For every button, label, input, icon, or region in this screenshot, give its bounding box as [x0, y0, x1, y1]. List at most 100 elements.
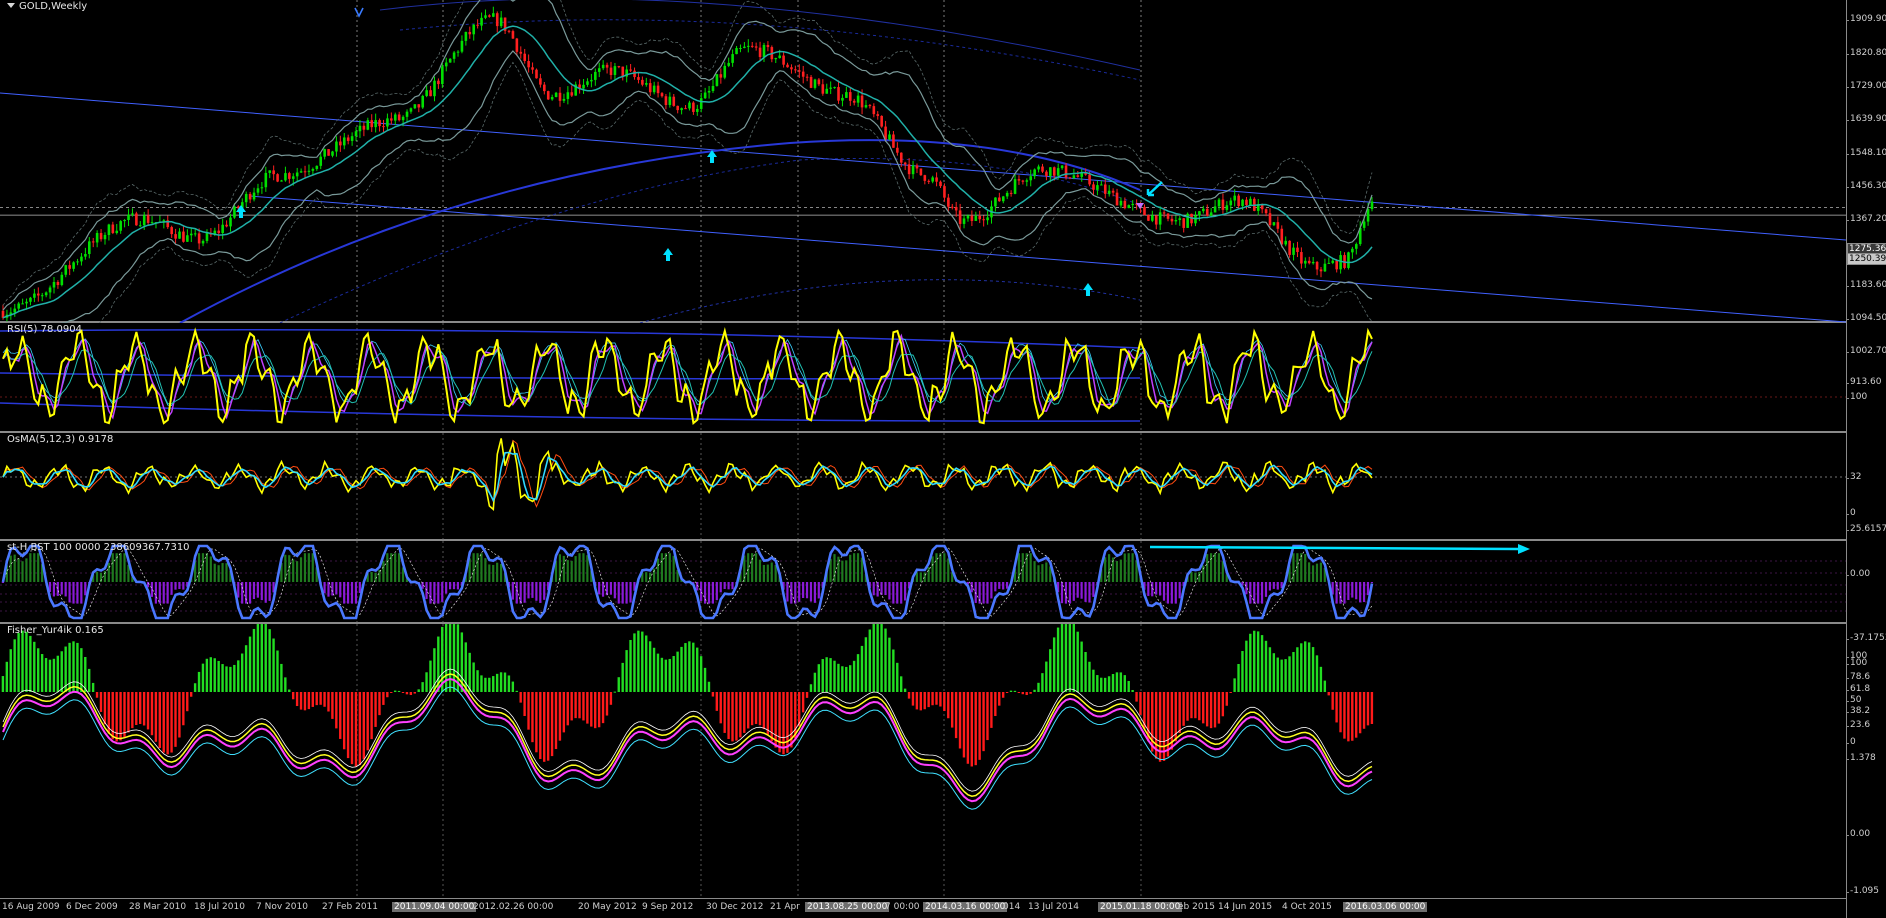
candle-body	[48, 287, 52, 293]
buy-arrow-icon	[1083, 283, 1093, 296]
candle-body	[907, 164, 911, 175]
stoch-hist-bar	[1080, 582, 1083, 599]
price-chart-pane[interactable]: GOLD,Weekly	[0, 0, 1846, 323]
candle-body	[1327, 262, 1331, 264]
fisher-hist-bar	[880, 624, 883, 692]
price-tick: 1820.80	[1845, 48, 1886, 58]
stoch-hist-bar	[80, 582, 83, 604]
fisher-hist-bar	[197, 671, 201, 692]
candle-body	[939, 181, 942, 187]
fisher-hist-bar	[201, 663, 205, 692]
candle-body	[692, 102, 695, 112]
candle-body	[739, 47, 742, 49]
time-tick: 14 Jun 2015	[1218, 902, 1273, 912]
price-chart-canvas[interactable]	[0, 0, 1846, 323]
candle-body	[986, 217, 989, 221]
stochastic-indicator-pane[interactable]: st-H BST 100 0000 238609367.7310	[0, 541, 1846, 624]
candle-body	[1123, 200, 1127, 209]
time-tick-highlight: 2016.03.06 00:00	[1343, 902, 1428, 912]
long-ma-band	[279, 157, 1141, 323]
stoch-hist-bar	[288, 555, 291, 582]
stochastic-canvas[interactable]	[0, 541, 1846, 624]
price-scale[interactable]: 1909.90 1820.80 1729.00 1639.90 1548.10 …	[1845, 0, 1886, 918]
candle-body	[1045, 171, 1048, 176]
osma-line	[2, 438, 1373, 512]
stoch-hist-bar	[237, 582, 240, 598]
fisher-hist-bar	[1131, 689, 1134, 692]
fisher-hist-bar	[342, 692, 346, 750]
fisher-hist-bar	[1366, 692, 1370, 726]
candle-body	[299, 171, 303, 173]
stoch-hist-bar	[1127, 553, 1130, 582]
candle-body	[1119, 200, 1123, 206]
stoch-hist-bar	[531, 582, 534, 598]
candle-body	[76, 261, 79, 263]
fisher-hist-bar	[558, 692, 562, 741]
stoch-hist-bar	[523, 582, 526, 603]
stoch-hist-bar	[511, 582, 514, 600]
top-marker-arrow-icon	[1136, 203, 1144, 209]
fisher-canvas[interactable]	[0, 624, 1846, 898]
osma-canvas[interactable]	[0, 433, 1846, 541]
candle-body	[484, 15, 487, 18]
fisher-hist-bar	[590, 692, 593, 727]
rsi-indicator-pane[interactable]: RSI(5) 78.0904	[0, 323, 1846, 433]
candle-body	[856, 95, 860, 103]
candle-body	[331, 151, 334, 156]
fisher-hist-bar	[503, 672, 507, 692]
fisher-hist-bar	[582, 692, 585, 721]
rsi-canvas[interactable]	[0, 323, 1846, 433]
fisher-hist-bar	[915, 692, 919, 710]
stoch-hist-bar	[1158, 582, 1162, 596]
candle-body	[409, 108, 413, 112]
candle-body	[805, 76, 809, 78]
candle-body	[95, 233, 99, 243]
fisher-hist-bar	[1241, 651, 1244, 692]
stoch-hist-bar	[700, 582, 703, 601]
candle-body	[707, 90, 711, 93]
fisher-hist-bar	[386, 692, 389, 698]
fisher-hist-bar	[335, 692, 338, 729]
candle-body	[558, 92, 562, 101]
fisher-indicator-pane[interactable]: Fisher_Yur4ik 0.165	[0, 624, 1846, 898]
time-axis[interactable]: 16 Aug 2009 6 Dec 2009 28 Mar 2010 18 Ju…	[0, 898, 1846, 918]
fisher-hist-bar	[166, 692, 169, 755]
stoch-hist-bar	[390, 553, 393, 582]
fisher-hist-bar	[950, 692, 954, 728]
fisher-hist-bar	[939, 692, 942, 707]
candle-body	[609, 67, 613, 75]
stoch-hist-bar	[178, 582, 181, 590]
fisher-hist-bar	[1253, 630, 1256, 692]
osma-indicator-pane[interactable]: OsMA(5,12,3) 0.9178	[0, 433, 1846, 541]
stoch-hist-bar	[1147, 582, 1150, 596]
fisher-hist-bar	[923, 692, 926, 710]
candle-body	[401, 116, 405, 121]
fisher-hist-bar	[1198, 692, 1201, 721]
stoch-hist-bar	[433, 582, 436, 604]
fisher-hist-bar	[429, 660, 432, 692]
stoch-hist-bar	[217, 565, 220, 582]
candle-body	[393, 114, 397, 121]
stoch-hist-bar	[174, 582, 177, 590]
stoch-hist-bar	[1370, 582, 1373, 583]
fisher-hist-bar	[884, 628, 887, 692]
candle-body	[1166, 213, 1170, 219]
candle-body	[1245, 199, 1248, 206]
stoch-hist-bar	[1268, 582, 1272, 591]
stoch-hist-bar	[1315, 563, 1319, 582]
fisher-hist-bar	[1100, 677, 1103, 692]
fisher-hist-bar	[1092, 669, 1095, 692]
fisher-hist-bar	[1013, 690, 1017, 692]
fisher-hist-bar	[476, 670, 479, 692]
stoch-hist-bar	[751, 553, 754, 582]
fisher-scale-tick: 1.378	[1846, 753, 1876, 763]
stoch-hist-bar	[1005, 582, 1009, 589]
fisher-hist-bar	[1347, 692, 1350, 742]
candle-body	[605, 64, 609, 68]
candle-body	[323, 149, 326, 157]
candle-body	[307, 170, 311, 172]
fisher-hist-bar	[252, 628, 256, 692]
fisher-hist-bar	[578, 692, 581, 719]
projection-arrow-shaft	[1149, 545, 1519, 551]
fisher-hist-bar	[237, 660, 240, 692]
